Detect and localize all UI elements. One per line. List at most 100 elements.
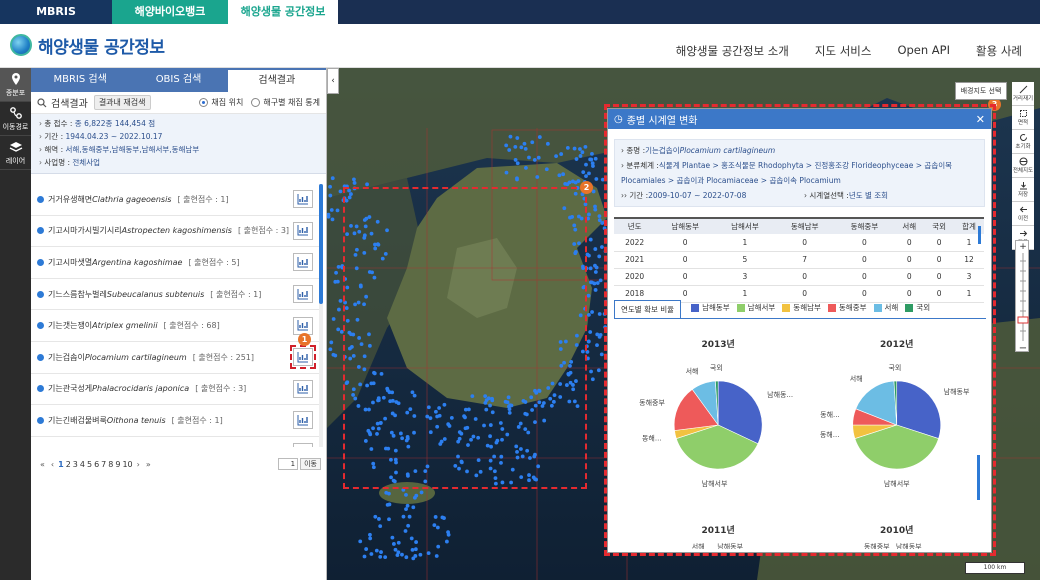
occurrence-dot[interactable]: [595, 281, 600, 285]
nav-item-open-api[interactable]: Open API: [897, 43, 950, 59]
occurrence-dot[interactable]: [578, 147, 582, 151]
occurrence-dot[interactable]: [504, 143, 509, 148]
occurrence-dot[interactable]: [433, 515, 438, 519]
occurrence-dot[interactable]: [393, 547, 398, 552]
occurrence-dot[interactable]: [593, 156, 598, 161]
tab-marine-biobank[interactable]: 해양바이오뱅크: [112, 0, 228, 24]
occurrence-dot[interactable]: [338, 299, 343, 303]
occurrence-dot[interactable]: [587, 253, 591, 258]
occurrence-dot[interactable]: [395, 553, 400, 558]
tool-save[interactable]: 저장: [1012, 178, 1034, 202]
occurrence-dot[interactable]: [593, 263, 597, 268]
occurrence-dot[interactable]: [523, 146, 528, 151]
page-number[interactable]: 6: [94, 460, 99, 469]
occurrence-dot[interactable]: [508, 134, 513, 139]
legend-item[interactable]: 동해남부: [782, 302, 821, 313]
occurrence-dot[interactable]: [404, 555, 409, 560]
occurrence-dot[interactable]: [426, 551, 431, 556]
legend-item[interactable]: 남해서부: [736, 302, 775, 313]
occurrence-dot[interactable]: [587, 171, 591, 176]
zoom-in-icon[interactable]: +: [1019, 242, 1027, 252]
occurrence-dot[interactable]: [594, 177, 599, 181]
occurrence-dot[interactable]: [368, 536, 373, 541]
occurrence-dot[interactable]: [590, 161, 595, 166]
tool-full-extent[interactable]: 전체지도: [1012, 154, 1034, 178]
occurrence-dot[interactable]: [584, 174, 588, 179]
occurrence-dot[interactable]: [364, 547, 369, 551]
occurrence-dot[interactable]: [513, 158, 518, 162]
zoom-handle[interactable]: [1017, 316, 1029, 324]
occurrence-dot[interactable]: [527, 155, 531, 160]
occurrence-dot[interactable]: [377, 517, 381, 521]
occurrence-dot[interactable]: [414, 540, 418, 544]
first-page-button[interactable]: «: [40, 460, 45, 469]
occurrence-dot[interactable]: [390, 535, 395, 540]
species-name[interactable]: 기는겁솝이Plocamium cartilagineum [ 출현점수 : 251…: [48, 352, 289, 363]
occurrence-dot[interactable]: [440, 515, 445, 520]
occurrence-dot[interactable]: [368, 532, 372, 537]
occurrence-dot[interactable]: [536, 155, 541, 160]
page-number[interactable]: 3: [73, 460, 78, 469]
occurrence-dot[interactable]: [588, 237, 593, 242]
occurrence-dot[interactable]: [589, 369, 593, 374]
legend-item[interactable]: 남해동부: [691, 302, 730, 313]
occurrence-dot[interactable]: [544, 167, 549, 172]
occurrence-dot[interactable]: [338, 189, 343, 194]
occurrence-dot[interactable]: [432, 523, 437, 528]
occurrence-dot[interactable]: [565, 182, 570, 187]
occurrence-dot[interactable]: [413, 554, 418, 558]
timeseries-chart-button[interactable]: [293, 316, 313, 335]
zoom-out-icon[interactable]: −: [1019, 343, 1027, 354]
tool-measure-area[interactable]: 면적: [1012, 106, 1034, 130]
occurrence-dot[interactable]: [504, 170, 509, 175]
occurrence-dot[interactable]: [365, 182, 369, 187]
occurrence-dot[interactable]: [403, 529, 408, 533]
occurrence-dot[interactable]: [378, 524, 383, 529]
species-list-item[interactable]: 기고시마샛멸Argentina kagoshimae [ 출현점수 : 5]: [31, 247, 319, 279]
occurrence-dot[interactable]: [524, 166, 528, 170]
occurrence-dot[interactable]: [597, 254, 602, 259]
species-name[interactable]: 기는긴배검물벼룩Oithona tenuis [ 출현점수 : 1]: [48, 415, 289, 426]
occurrence-dot[interactable]: [597, 218, 602, 223]
nav-item-intro[interactable]: 해양생물 공간정보 소개: [676, 43, 789, 59]
occurrence-dot[interactable]: [581, 170, 586, 175]
occurrence-dot[interactable]: [369, 552, 374, 556]
occurrence-dot[interactable]: [407, 514, 412, 519]
species-list-item[interactable]: 기고시마가시빌기시리Astropecten kagoshimensis [ 출현점…: [31, 216, 319, 248]
occurrence-dot[interactable]: [590, 310, 594, 314]
occurrence-dot[interactable]: [537, 135, 542, 139]
page-number[interactable]: 10: [122, 460, 132, 469]
next-page-button[interactable]: ›: [137, 460, 140, 469]
chart-scrollbar[interactable]: [977, 455, 980, 500]
rail-item-migration-route[interactable]: 이동경로: [0, 102, 31, 136]
occurrence-dot[interactable]: [379, 550, 383, 554]
occurrence-dot[interactable]: [588, 330, 593, 334]
occurrence-dot[interactable]: [589, 157, 594, 162]
tool-reset[interactable]: 초기화: [1012, 130, 1034, 154]
timeseries-chart-button[interactable]: [293, 221, 313, 240]
timeseries-chart-button[interactable]: [293, 443, 313, 447]
species-list-item[interactable]: 기는긴배검물벼룩Oithona tenuis [ 출현점수 : 1]: [31, 405, 319, 437]
occurrence-dot[interactable]: [586, 293, 591, 298]
occurrence-dot[interactable]: [545, 141, 550, 146]
occurrence-dot[interactable]: [406, 523, 411, 528]
occurrence-dot[interactable]: [519, 145, 524, 150]
occurrence-dot[interactable]: [593, 247, 598, 251]
occurrence-dot[interactable]: [515, 161, 520, 166]
occurrence-dot[interactable]: [600, 177, 605, 182]
species-name[interactable]: 기느스름참누벌레Subeucalanus subtenuis [ 출현점수 : 1…: [48, 289, 289, 300]
occurrence-dot[interactable]: [592, 281, 597, 286]
occurrence-dot[interactable]: [328, 347, 333, 352]
occurrence-dot[interactable]: [584, 162, 588, 167]
occurrence-dot[interactable]: [573, 180, 578, 185]
occurrence-dot[interactable]: [413, 547, 418, 552]
occurrence-dot[interactable]: [411, 505, 416, 510]
species-name[interactable]: 기고시마샛멸Argentina kagoshimae [ 출현점수 : 5]: [48, 257, 289, 268]
occurrence-dot[interactable]: [374, 548, 379, 553]
occurrence-dot[interactable]: [387, 517, 391, 522]
occurrence-dot[interactable]: [572, 146, 577, 151]
occurrence-dot[interactable]: [554, 154, 558, 159]
page-number[interactable]: 7: [101, 460, 106, 469]
occurrence-dot[interactable]: [590, 151, 594, 156]
zoom-slider[interactable]: + −: [1015, 240, 1029, 354]
